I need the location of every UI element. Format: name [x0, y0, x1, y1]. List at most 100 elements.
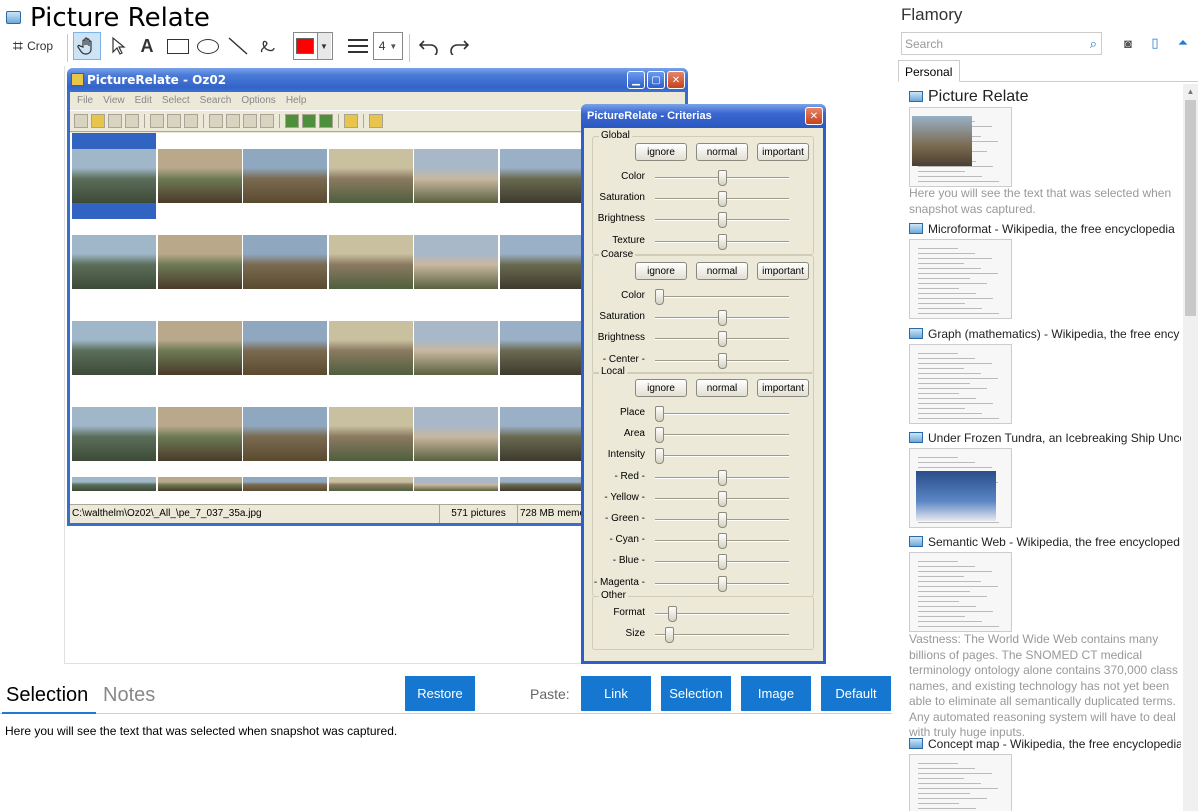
menu-item: Select: [161, 95, 190, 106]
crop-button[interactable]: ⌗ Crop: [4, 32, 62, 60]
tab-selection[interactable]: Selection: [6, 684, 88, 707]
rectangle-tool-button[interactable]: [164, 32, 192, 60]
line-width-select[interactable]: 4 ▼: [373, 32, 403, 60]
thumbnail-image: [243, 321, 327, 375]
thumbnail-image: [72, 321, 156, 375]
slider-track[interactable]: [655, 455, 789, 458]
line-tool-button[interactable]: [224, 32, 252, 60]
slider-thumb[interactable]: [717, 331, 727, 348]
dialog-title: PictureRelate - Criterias: [587, 110, 712, 122]
paste-default-button[interactable]: Default: [821, 676, 891, 711]
thumbnail-image: [414, 235, 498, 289]
scrollbar-thumb[interactable]: [1185, 100, 1196, 316]
snapshot-title-row: Concept map - Wikipedia, the free encycl…: [909, 737, 1181, 753]
ignore-button[interactable]: ignore: [635, 379, 687, 397]
slider-label: Brightness: [597, 213, 645, 225]
thumbnail: [157, 391, 242, 477]
close-icon: ✕: [667, 71, 685, 89]
criteria-group: Coarse ignore normal important Color Saturati…: [592, 249, 814, 374]
redo-button[interactable]: [445, 32, 473, 60]
toolbar-separator: [67, 34, 68, 62]
tab-divider: [0, 713, 892, 714]
slider-thumb[interactable]: [717, 352, 727, 369]
ignore-button[interactable]: ignore: [635, 262, 687, 280]
sidebar-scrollbar[interactable]: ▲: [1183, 84, 1198, 811]
slider-track[interactable]: [655, 413, 789, 415]
menu-item: Edit: [134, 95, 152, 106]
tab-notes[interactable]: Notes: [103, 684, 155, 707]
hand-tool-button[interactable]: [73, 32, 101, 60]
thumbnail: [243, 391, 327, 477]
slider-thumb[interactable]: [717, 490, 727, 507]
slider-track[interactable]: [655, 434, 789, 437]
slider-thumb[interactable]: [717, 191, 727, 208]
slider-thumb[interactable]: [717, 575, 727, 592]
toolbar-separator: [409, 34, 410, 62]
slider-label: Brightness: [597, 332, 645, 344]
important-button[interactable]: important: [757, 379, 809, 397]
snapshot-thumbnail: [909, 107, 1012, 187]
ellipse-tool-button[interactable]: [194, 32, 222, 60]
paste-selection-button[interactable]: Selection: [661, 676, 731, 711]
slider-thumb[interactable]: [655, 406, 664, 422]
color-picker[interactable]: ▼: [293, 32, 333, 60]
slider-track[interactable]: [655, 296, 789, 298]
normal-button[interactable]: normal: [696, 262, 748, 280]
camera-icon[interactable]: ◙: [1120, 35, 1136, 51]
paste-image-button[interactable]: Image: [741, 676, 811, 711]
window-app-icon: [71, 73, 84, 86]
important-button[interactable]: important: [757, 262, 809, 280]
chevron-up-icon[interactable]: ▲: [1183, 84, 1198, 98]
restore-button[interactable]: Restore: [405, 676, 475, 711]
search-icon[interactable]: ⌕: [1090, 36, 1097, 52]
slider-thumb[interactable]: [717, 554, 727, 571]
window-controls: ▁ ▢ ✕: [627, 71, 685, 89]
thumbnail-image: [157, 407, 242, 461]
cursor-icon: [112, 36, 126, 55]
text-tool-button[interactable]: A: [133, 32, 161, 60]
select-tool-button[interactable]: [104, 32, 132, 60]
slider-thumb[interactable]: [717, 170, 727, 186]
normal-button[interactable]: normal: [696, 379, 748, 397]
slider-thumb[interactable]: [667, 606, 677, 622]
snapshot-title: Concept map - Wikipedia, the free encycl…: [928, 737, 1181, 751]
slider-label: Texture: [612, 234, 645, 246]
slider-thumb[interactable]: [717, 233, 727, 250]
thumbnail: [72, 219, 156, 305]
thumbnail: [499, 391, 584, 477]
criteria-slider-row: Color: [593, 167, 815, 188]
tab-personal[interactable]: Personal: [898, 60, 960, 82]
criteria-slider-row: Format: [593, 603, 815, 624]
collapse-icon[interactable]: ⏶: [1175, 35, 1191, 51]
undo-button[interactable]: [415, 32, 443, 60]
slider-label: Saturation: [599, 311, 645, 323]
thumbnail: [328, 305, 413, 391]
thumbnail-image: [499, 235, 584, 289]
important-button[interactable]: important: [757, 143, 809, 161]
ignore-button[interactable]: ignore: [635, 143, 687, 161]
snapshot-description: Vastness: The World Wide Web contains ma…: [909, 632, 1178, 739]
slider-label: Area: [623, 428, 645, 440]
criterias-dialog: PictureRelate - Criterias ✕ Global ignore…: [581, 104, 826, 664]
slider-track[interactable]: [655, 634, 789, 637]
paste-link-button[interactable]: Link: [581, 676, 651, 711]
slider-label: - Blue -: [612, 555, 645, 567]
snapshot-thumbnail: [909, 754, 1012, 811]
slider-thumb[interactable]: [717, 310, 727, 327]
slider-thumb[interactable]: [655, 448, 664, 465]
line-width-icon-button[interactable]: [344, 32, 372, 60]
slider-thumb[interactable]: [717, 469, 727, 486]
snapshot-canvas[interactable]: PictureRelate - Oz02 ▁ ▢ ✕ File View Edit S…: [64, 66, 826, 664]
slider-thumb[interactable]: [717, 512, 727, 528]
slider-thumb[interactable]: [655, 427, 664, 444]
slider-thumb[interactable]: [665, 627, 674, 644]
snapshot-icon: [909, 223, 923, 234]
slider-thumb[interactable]: [717, 533, 727, 550]
document-icon[interactable]: ▯: [1147, 35, 1163, 51]
slider-thumb[interactable]: [717, 212, 727, 229]
slider-thumb[interactable]: [655, 289, 664, 305]
search-input[interactable]: Search ⌕: [901, 32, 1102, 55]
normal-button[interactable]: normal: [696, 143, 748, 161]
line-icon: [228, 37, 248, 55]
freehand-tool-button[interactable]: [254, 32, 282, 60]
